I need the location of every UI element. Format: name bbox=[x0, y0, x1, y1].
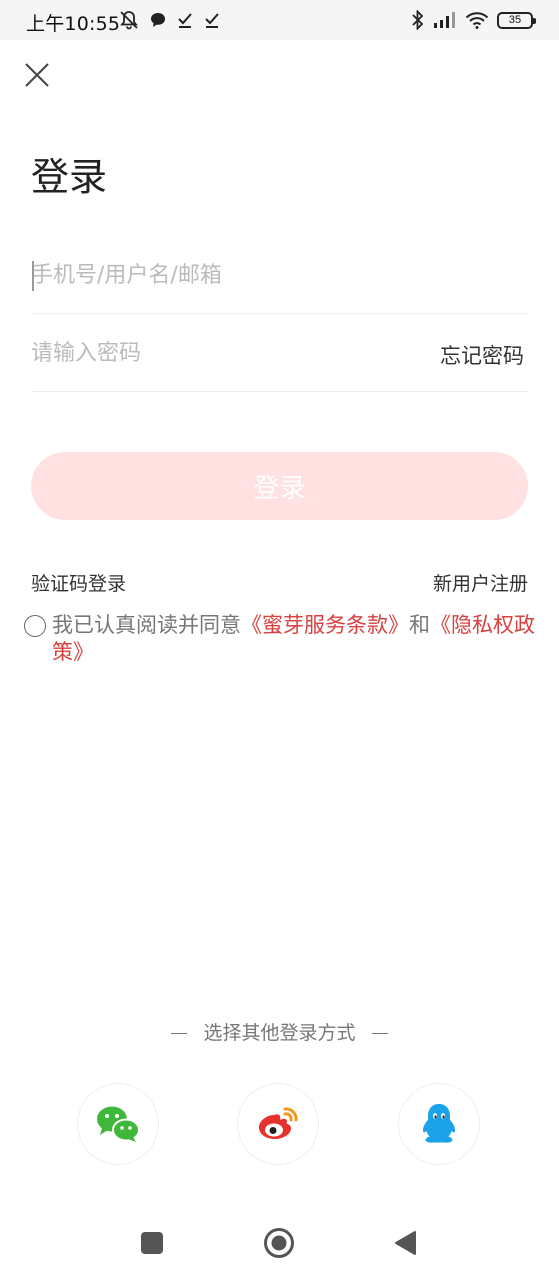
agreement-checkbox[interactable] bbox=[24, 615, 46, 637]
battery-icon: 35 bbox=[497, 11, 536, 29]
mute-bell-icon bbox=[120, 11, 138, 30]
back-button[interactable] bbox=[394, 1230, 416, 1256]
account-field bbox=[31, 236, 528, 314]
login-button[interactable]: 登录 bbox=[31, 452, 528, 520]
register-link[interactable]: 新用户注册 bbox=[433, 569, 528, 596]
battery-level: 35 bbox=[508, 14, 522, 26]
check-icon bbox=[178, 13, 192, 28]
bluetooth-icon bbox=[412, 10, 424, 30]
signal-icon bbox=[434, 12, 455, 28]
forgot-password-link[interactable]: 忘记密码 bbox=[440, 340, 524, 370]
agreement-text: 我已认真阅读并同意《蜜芽服务条款》和《隐私权政策》 bbox=[52, 612, 536, 666]
divider-dash bbox=[371, 1032, 388, 1035]
status-system-icons: 35 bbox=[411, 8, 536, 32]
status-bar: 上午10:55 35 bbox=[0, 0, 559, 40]
page-title: 登录 bbox=[31, 155, 108, 199]
status-time: 上午10:55 bbox=[26, 13, 121, 35]
text-cursor bbox=[32, 261, 34, 291]
agreement-and: 和 bbox=[409, 613, 430, 637]
wechat-login-button[interactable] bbox=[77, 1083, 159, 1165]
wifi-icon bbox=[465, 12, 489, 29]
qq-login-button[interactable] bbox=[398, 1083, 480, 1165]
wechat-icon bbox=[97, 1106, 140, 1142]
close-icon[interactable] bbox=[22, 60, 52, 90]
agreement-prefix: 我已认真阅读并同意 bbox=[52, 613, 241, 637]
recent-apps-button[interactable] bbox=[141, 1232, 163, 1254]
chat-icon bbox=[151, 13, 165, 27]
sms-login-link[interactable]: 验证码登录 bbox=[31, 569, 126, 596]
terms-link[interactable]: 《蜜芽服务条款》 bbox=[241, 613, 409, 637]
qq-icon bbox=[423, 1104, 455, 1143]
account-input[interactable] bbox=[31, 236, 528, 314]
other-login-label: 选择其他登录方式 bbox=[203, 1022, 356, 1044]
password-field: 忘记密码 bbox=[31, 314, 528, 392]
weibo-login-button[interactable] bbox=[237, 1083, 319, 1165]
divider-dash bbox=[171, 1032, 188, 1035]
other-login-title: 选择其他登录方式 bbox=[0, 1018, 559, 1045]
status-notification-icons bbox=[118, 8, 221, 32]
check-icon bbox=[205, 13, 219, 28]
home-button[interactable] bbox=[263, 1227, 295, 1259]
weibo-icon bbox=[259, 1107, 298, 1139]
password-input[interactable] bbox=[31, 314, 411, 392]
